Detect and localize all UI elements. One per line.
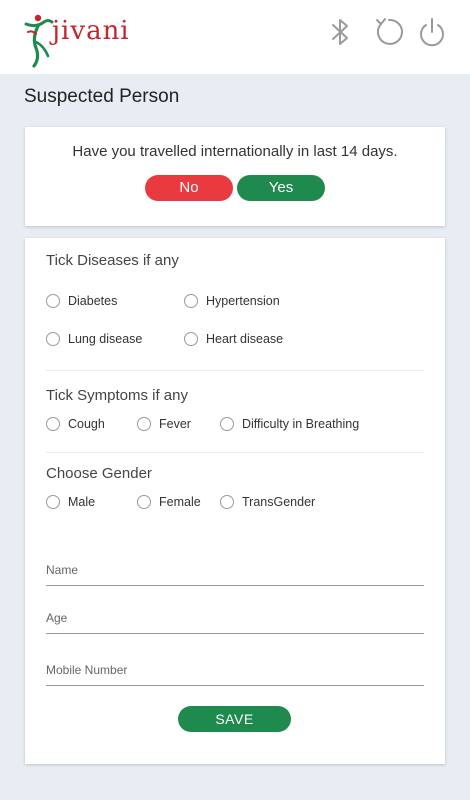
app-header: jivani [0, 0, 470, 74]
radio-label: Male [68, 495, 96, 509]
radio-circle[interactable] [220, 495, 234, 509]
radio-lung-disease[interactable]: Lung disease [46, 331, 142, 347]
radio-heart-disease[interactable]: Heart disease [184, 331, 283, 347]
yes-button[interactable]: Yes [237, 175, 325, 201]
mobile-field[interactable] [46, 656, 424, 686]
logo-text: jivani [52, 16, 130, 46]
radio-label: Hypertension [206, 294, 280, 308]
radio-difficulty-breathing[interactable]: Difficulty in Breathing [220, 416, 359, 432]
gender-title: Choose Gender [46, 465, 152, 482]
mobile-input[interactable] [46, 656, 424, 685]
refresh-icon[interactable] [371, 14, 407, 50]
radio-label: Lung disease [68, 332, 143, 346]
bluetooth-icon[interactable] [322, 14, 358, 50]
age-input[interactable] [46, 604, 424, 633]
jivani-logo: jivani [22, 10, 132, 70]
save-button[interactable]: SAVE [178, 706, 291, 732]
travel-question: Have you travelled internationally in la… [72, 143, 398, 160]
radio-circle[interactable] [46, 417, 60, 431]
radio-fever[interactable]: Fever [137, 416, 191, 432]
radio-label: Diabetes [68, 294, 118, 308]
radio-circle[interactable] [184, 332, 198, 346]
radio-circle[interactable] [184, 294, 198, 308]
divider [46, 452, 424, 453]
radio-label: Heart disease [206, 332, 284, 346]
radio-circle[interactable] [46, 294, 60, 308]
radio-label: Cough [68, 417, 105, 431]
details-form-card: Tick Diseases if any Diabetes Hypertensi… [25, 238, 445, 764]
radio-label: Female [159, 495, 201, 509]
radio-label: Difficulty in Breathing [242, 417, 360, 431]
page-title: Suspected Person [24, 86, 180, 107]
radio-circle[interactable] [137, 417, 151, 431]
radio-male[interactable]: Male [46, 494, 95, 510]
radio-circle[interactable] [137, 495, 151, 509]
radio-transgender[interactable]: TransGender [220, 494, 315, 510]
travel-card: Have you travelled internationally in la… [25, 127, 445, 226]
no-button[interactable]: No [145, 175, 233, 201]
diseases-title: Tick Diseases if any [46, 252, 179, 269]
age-field[interactable] [46, 604, 424, 634]
name-field[interactable] [46, 556, 424, 586]
radio-label: Fever [159, 417, 191, 431]
radio-female[interactable]: Female [137, 494, 201, 510]
divider [46, 370, 424, 371]
radio-circle[interactable] [46, 495, 60, 509]
power-icon[interactable] [414, 14, 450, 50]
radio-cough[interactable]: Cough [46, 416, 105, 432]
radio-hypertension[interactable]: Hypertension [184, 293, 280, 309]
radio-circle[interactable] [220, 417, 234, 431]
name-input[interactable] [46, 556, 424, 585]
radio-diabetes[interactable]: Diabetes [46, 293, 117, 309]
symptoms-title: Tick Symptoms if any [46, 387, 188, 404]
radio-circle[interactable] [46, 332, 60, 346]
radio-label: TransGender [242, 495, 316, 509]
